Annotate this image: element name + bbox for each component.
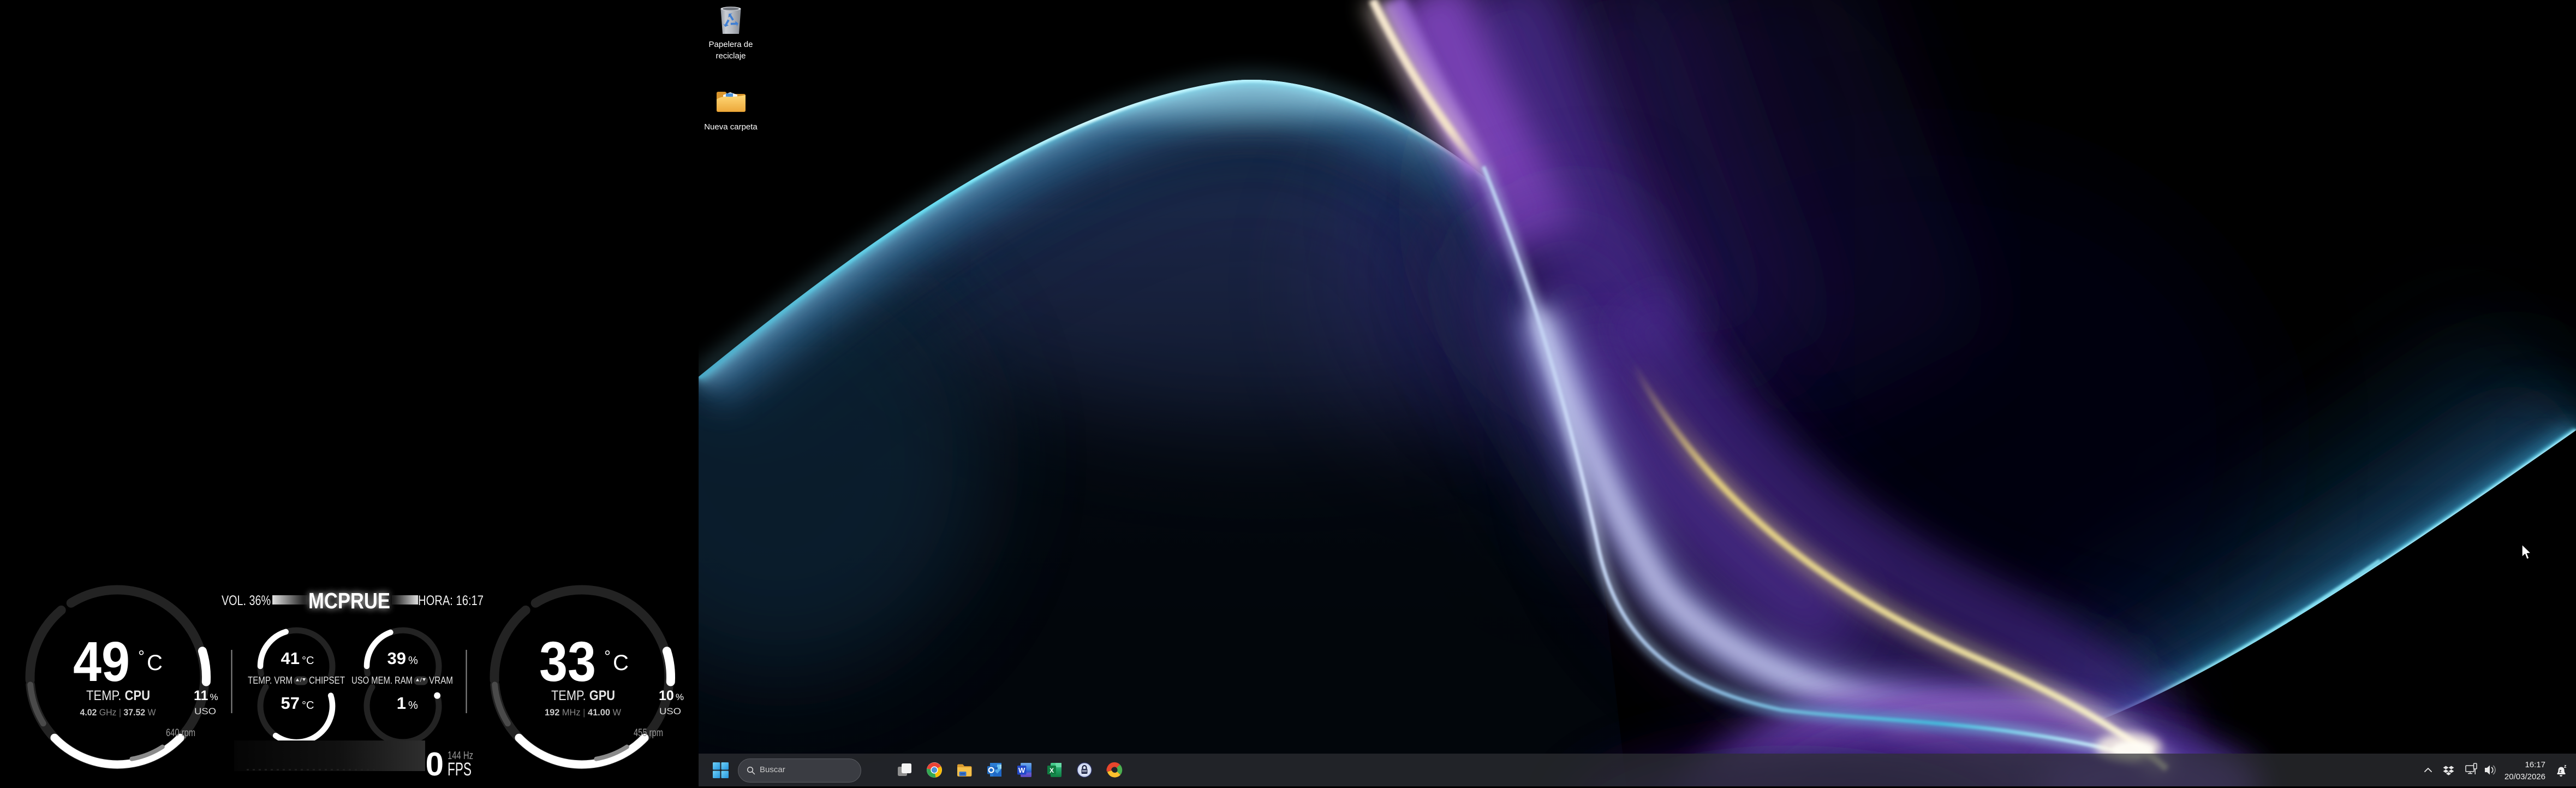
svg-text:0: 0 [426,746,444,783]
svg-text:USO: USO [659,706,681,716]
svg-text:C: C [613,651,629,675]
svg-text:57: 57 [281,694,300,713]
svg-text:39: 39 [387,649,406,668]
svg-text:C: C [147,651,163,675]
svg-text:°: ° [604,648,611,666]
svg-text:455 rpm: 455 rpm [634,727,663,739]
svg-text:20/03/2026: 20/03/2026 [2505,772,2545,781]
svg-text:z: z [2564,763,2567,769]
svg-text:MCPRUE: MCPRUE [308,588,390,613]
svg-text:%: % [408,655,418,667]
svg-text:CHIPSET: CHIPSET [309,674,345,686]
svg-text:W: W [1018,766,1025,774]
svg-text:°C: °C [302,700,314,712]
svg-text:TEMP. GPU: TEMP. GPU [551,688,615,703]
svg-text:X: X [1050,767,1054,774]
svg-text:33: 33 [539,630,596,693]
svg-text:°C: °C [302,655,314,667]
svg-text:1: 1 [397,694,406,713]
svg-text:TEMP. CPU: TEMP. CPU [86,688,150,703]
svg-text:4.02 GHz | 37.52 W: 4.02 GHz | 37.52 W [80,708,156,718]
svg-text:%: % [408,700,418,712]
svg-text:VOL. 36%: VOL. 36% [222,593,271,608]
svg-text:FPS: FPS [448,759,472,780]
svg-text:10%: 10% [659,688,684,703]
svg-text:°: ° [138,648,145,666]
svg-text:USO: USO [194,706,216,716]
svg-text:49: 49 [73,630,130,693]
svg-text:z: z [2559,768,2562,774]
svg-text:TEMP. VRM: TEMP. VRM [248,674,293,686]
svg-text:USO MEM. RAM: USO MEM. RAM [351,674,413,686]
svg-text:640 rpm: 640 rpm [166,727,195,739]
svg-text:16:17: 16:17 [2525,760,2545,769]
svg-text:41: 41 [281,649,300,668]
svg-text:HORA: 16:17: HORA: 16:17 [418,593,484,608]
svg-text:VRAM: VRAM [429,674,453,686]
svg-text:192 MHz | 41.00 W: 192 MHz | 41.00 W [545,708,621,718]
svg-text:11%: 11% [194,688,218,703]
